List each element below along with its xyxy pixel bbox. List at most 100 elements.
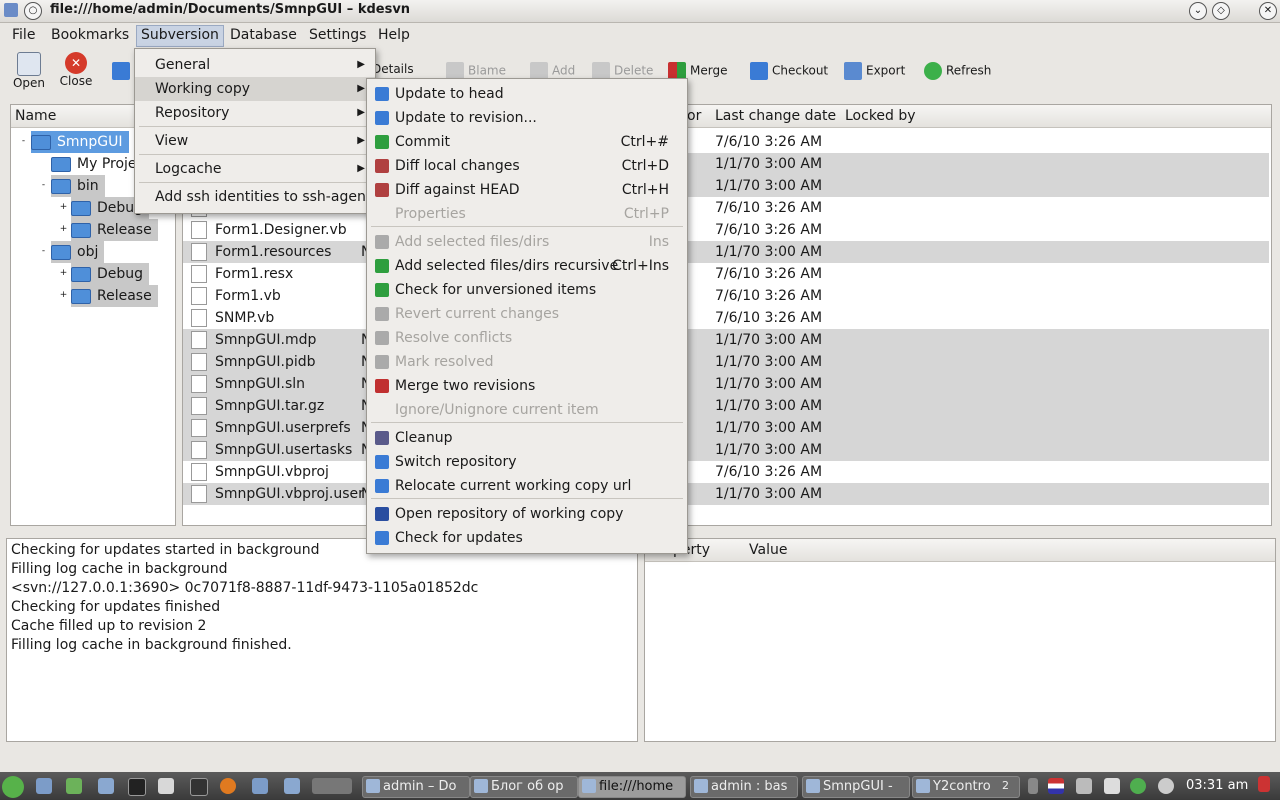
update-icon[interactable]: [112, 62, 130, 80]
wc-menu-item[interactable]: Open repository of working copy: [367, 502, 687, 526]
folder-icon[interactable]: [252, 778, 268, 794]
menu-item-repository[interactable]: Repository ▶: [135, 101, 375, 125]
tree-item[interactable]: SmnpGUI: [31, 131, 129, 153]
update-notifier-icon[interactable]: [1130, 778, 1146, 794]
desktop-icon[interactable]: [36, 778, 52, 794]
app-icon[interactable]: [4, 3, 18, 17]
wc-menu-item[interactable]: Commit Ctrl+#: [367, 130, 687, 154]
wc-menu-item[interactable]: Ignore/Unignore current item: [367, 398, 687, 422]
keyboard-layout-icon[interactable]: [1048, 778, 1064, 794]
monitor-icon[interactable]: [190, 778, 208, 796]
menu-item-add-ssh-identities[interactable]: Add ssh identities to ssh-agent: [135, 185, 375, 209]
file-row[interactable]: SmnpGUI.vbproj 7/6/10 3:26 AM: [183, 461, 1269, 483]
wc-menu-item[interactable]: Check for updates: [367, 526, 687, 550]
volume-icon[interactable]: [1076, 778, 1092, 794]
wc-menu-item[interactable]: Revert current changes: [367, 302, 687, 326]
file-row[interactable]: SmnpGUI.mdpN1/1/70 3:00 AM: [183, 329, 1269, 351]
col-value[interactable]: Value: [749, 539, 787, 561]
tree-item[interactable]: Debug: [71, 263, 150, 285]
col-locked-by[interactable]: Locked by: [845, 105, 916, 127]
file-row[interactable]: Form1.vb 7/6/10 3:26 AM: [183, 285, 1269, 307]
start-menu-icon[interactable]: [2, 776, 24, 798]
expand-icon[interactable]: +: [59, 203, 68, 212]
file-row[interactable]: Form1.resx 7/6/10 3:26 AM: [183, 263, 1269, 285]
maximize-button[interactable]: ◇: [1212, 2, 1230, 20]
checkout-button[interactable]: Checkout: [750, 62, 828, 80]
menu-item-icon: [375, 159, 389, 173]
notification-icon[interactable]: [1258, 776, 1270, 792]
file-row[interactable]: SmnpGUI.pidbN1/1/70 3:00 AM: [183, 351, 1269, 373]
taskbar-task[interactable]: Блог об ор: [470, 776, 578, 798]
wc-menu-item[interactable]: Diff against HEAD Ctrl+H: [367, 178, 687, 202]
taskbar-task[interactable]: file:///home: [578, 776, 686, 798]
menu-settings[interactable]: Settings: [305, 25, 370, 45]
firefox-icon[interactable]: [220, 778, 236, 794]
pager-icon[interactable]: [312, 778, 352, 794]
tray-arrow-icon[interactable]: [1028, 778, 1038, 794]
open-button[interactable]: Open: [10, 52, 48, 90]
refresh-button[interactable]: Refresh: [924, 62, 991, 80]
wc-menu-item[interactable]: Mark resolved: [367, 350, 687, 374]
wc-menu-item[interactable]: Update to revision...: [367, 106, 687, 130]
wc-menu-item[interactable]: Merge two revisions: [367, 374, 687, 398]
tree-item[interactable]: bin: [51, 175, 105, 197]
menu-item-view[interactable]: View ▶: [135, 129, 375, 153]
export-button[interactable]: Export: [844, 62, 905, 80]
menu-help[interactable]: Help: [374, 25, 414, 45]
clipboard-icon[interactable]: [1104, 778, 1120, 794]
file-row[interactable]: SNMP.vb 7/6/10 3:26 AM: [183, 307, 1269, 329]
file-row[interactable]: SmnpGUI.usertasksN1/1/70 3:00 AM: [183, 439, 1269, 461]
file-row[interactable]: SmnpGUI.tar.gzN1/1/70 3:00 AM: [183, 395, 1269, 417]
info-icon[interactable]: [1158, 778, 1174, 794]
taskbar-task[interactable]: SmnpGUI -: [802, 776, 910, 798]
home-icon[interactable]: [66, 778, 82, 794]
wc-menu-item[interactable]: Diff local changes Ctrl+D: [367, 154, 687, 178]
col-last-change-date[interactable]: Last change date: [715, 105, 836, 127]
collapse-icon[interactable]: -: [39, 247, 48, 256]
file-row[interactable]: Form1.resourcesN1/1/70 3:00 AM: [183, 241, 1269, 263]
tree-item[interactable]: Release: [71, 219, 158, 241]
close-window-button[interactable]: ✕: [1259, 2, 1277, 20]
pin-icon[interactable]: ○: [24, 2, 42, 20]
close-button[interactable]: ✕ Close: [56, 52, 96, 88]
menu-bookmarks[interactable]: Bookmarks: [47, 25, 133, 45]
terminal-icon[interactable]: [128, 778, 146, 796]
minimize-button[interactable]: ⌄: [1189, 2, 1207, 20]
wc-menu-item[interactable]: Add selected files/dirs Ins: [367, 230, 687, 254]
menu-item-working-copy[interactable]: Working copy ▶: [135, 77, 375, 101]
file-row[interactable]: SmnpGUI.userprefsN1/1/70 3:00 AM: [183, 417, 1269, 439]
wc-menu-item[interactable]: Properties Ctrl+P: [367, 202, 687, 226]
wc-menu-item[interactable]: Switch repository: [367, 450, 687, 474]
expand-icon[interactable]: +: [59, 225, 68, 234]
tree-item[interactable]: obj: [51, 241, 105, 263]
menu-item-general[interactable]: General ▶: [135, 53, 375, 77]
col-author[interactable]: or: [687, 105, 701, 127]
menu-file[interactable]: File: [8, 25, 39, 45]
expand-icon[interactable]: +: [59, 269, 68, 278]
wc-menu-item[interactable]: Cleanup: [367, 426, 687, 450]
network-icon[interactable]: [284, 778, 300, 794]
chevron-right-icon: ▶: [357, 163, 365, 174]
menu-subversion[interactable]: Subversion: [136, 25, 224, 47]
file-row[interactable]: Form1.Designer.vb 7/6/10 3:26 AM: [183, 219, 1269, 241]
menu-database[interactable]: Database: [226, 25, 301, 45]
taskbar-task[interactable]: admin : bas: [690, 776, 798, 798]
collapse-icon[interactable]: -: [39, 181, 48, 190]
clock[interactable]: 03:31 am: [1186, 778, 1248, 793]
tree-item[interactable]: My Proje: [51, 153, 137, 175]
file-row[interactable]: SmnpGUI.vbproj.userN1/1/70 3:00 AM: [183, 483, 1269, 505]
menu-item-logcache[interactable]: Logcache ▶: [135, 157, 375, 181]
wc-menu-item[interactable]: Add selected files/dirs recursive Ctrl+In…: [367, 254, 687, 278]
file-row[interactable]: SmnpGUI.slnN1/1/70 3:00 AM: [183, 373, 1269, 395]
wc-menu-item[interactable]: Check for unversioned items: [367, 278, 687, 302]
taskbar-task[interactable]: admin – Do: [362, 776, 470, 798]
wc-menu-item[interactable]: Relocate current working copy url: [367, 474, 687, 498]
expand-icon[interactable]: +: [59, 291, 68, 300]
files-icon[interactable]: [98, 778, 114, 794]
tree-item[interactable]: Release: [71, 285, 158, 307]
wc-menu-item[interactable]: Resolve conflicts: [367, 326, 687, 350]
wc-menu-item[interactable]: Update to head: [367, 82, 687, 106]
details-button[interactable]: Details: [372, 62, 414, 76]
editor-icon[interactable]: [158, 778, 174, 794]
collapse-icon[interactable]: -: [19, 137, 28, 146]
